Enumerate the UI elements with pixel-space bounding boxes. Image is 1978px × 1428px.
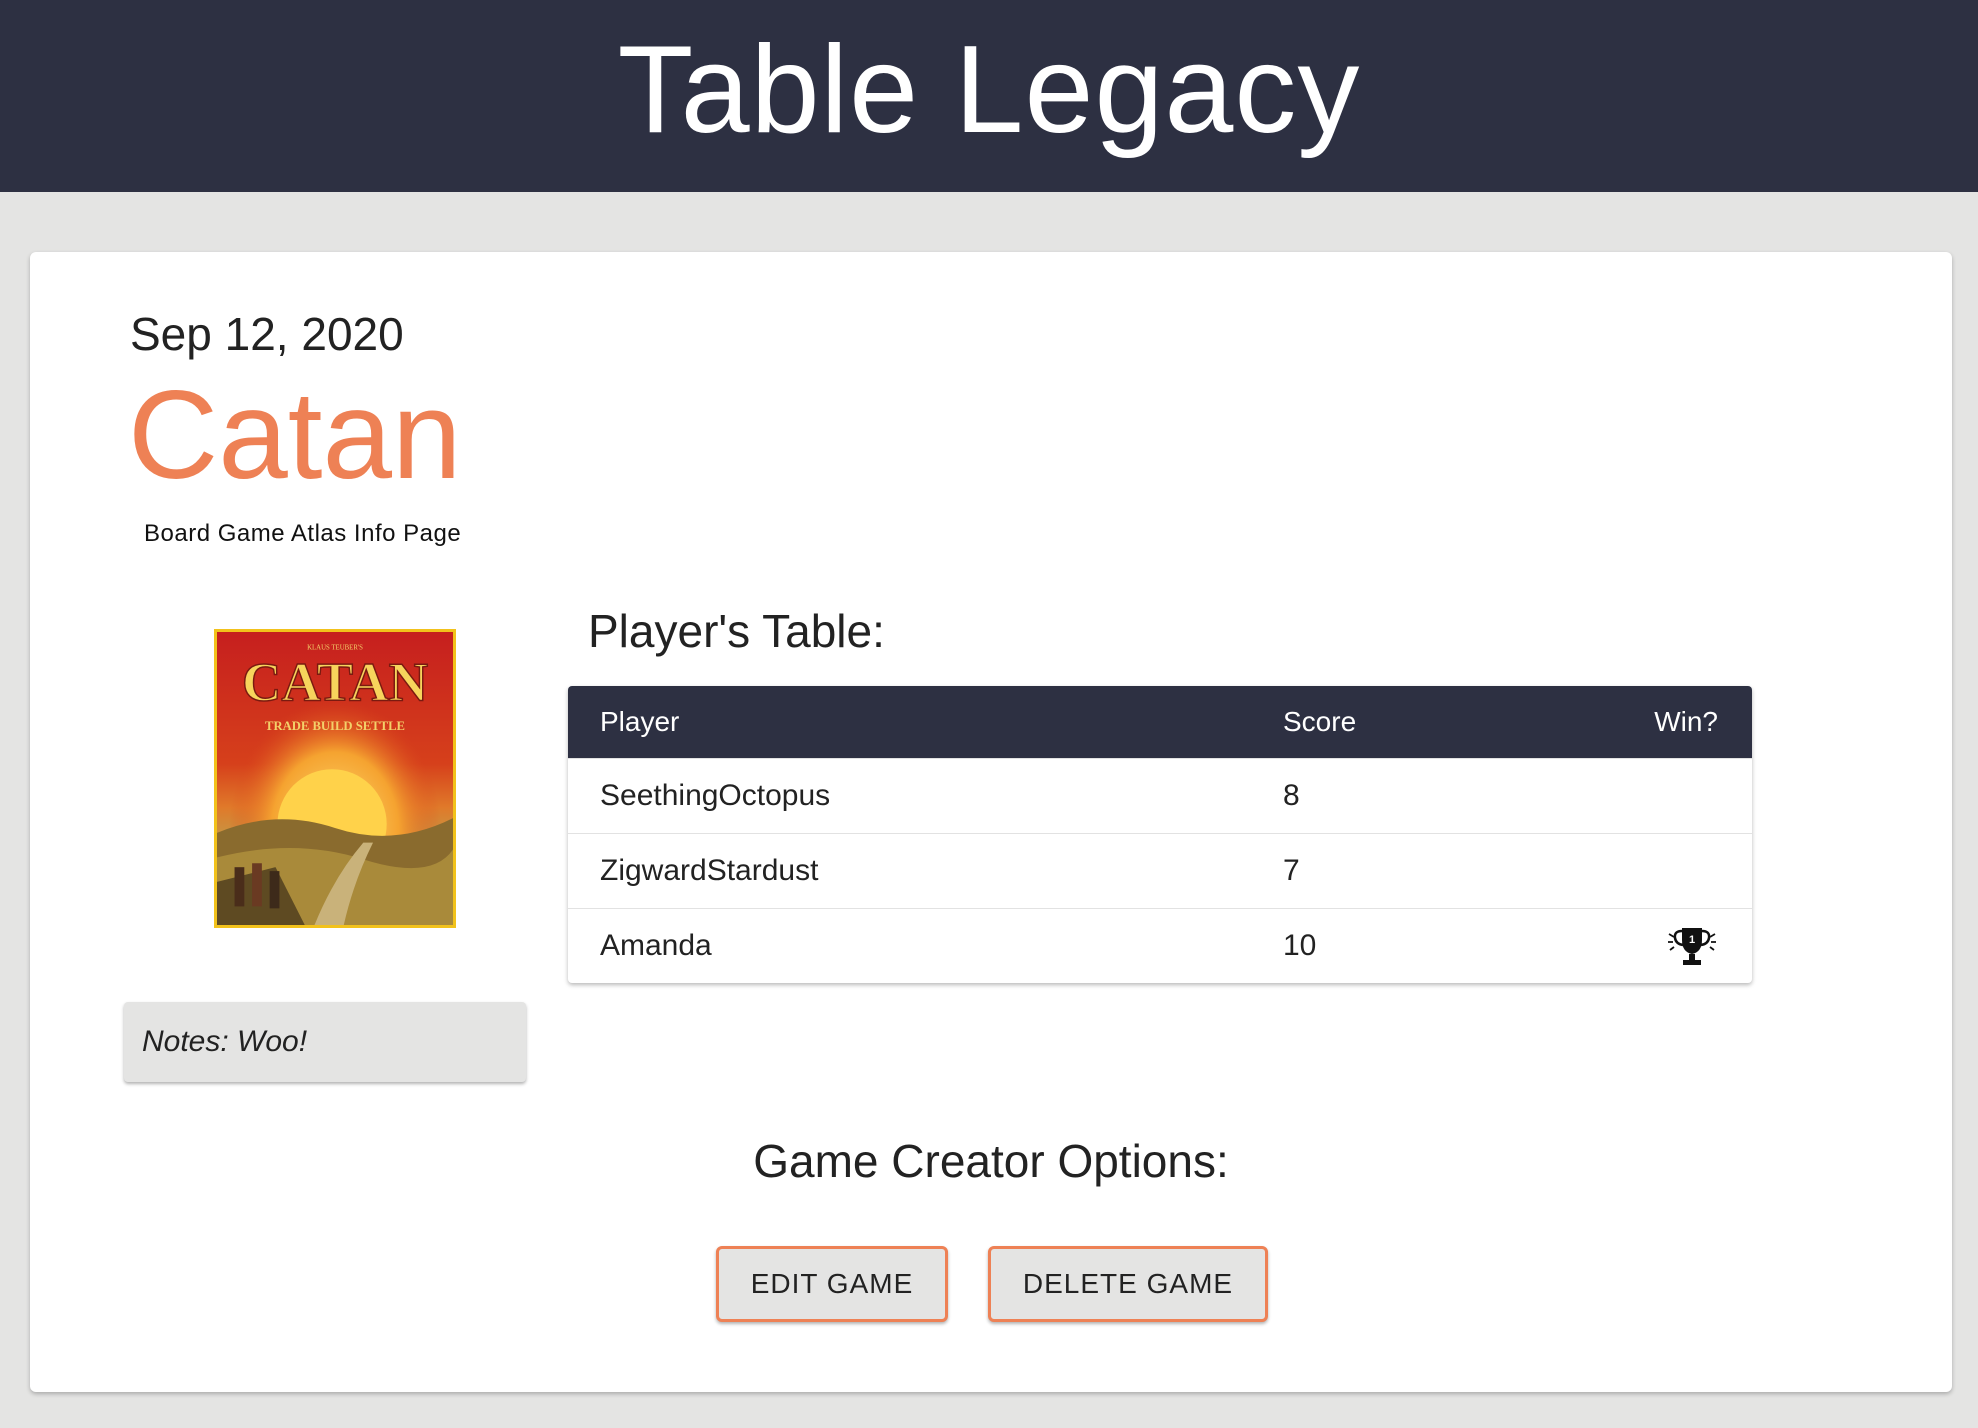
player-name: ZigwardStardust: [600, 854, 819, 887]
trophy-icon: 1: [1666, 924, 1718, 968]
game-name: Catan: [128, 366, 462, 505]
box-art-title: CATAN: [242, 651, 428, 712]
edit-game-button[interactable]: EDIT GAME: [716, 1246, 948, 1322]
delete-game-button[interactable]: DELETE GAME: [988, 1246, 1268, 1322]
notes-box: Notes: Woo!: [124, 1002, 526, 1082]
players-table: Player Score Win? SeethingOctopus 8 Zigw…: [568, 686, 1752, 983]
game-date: Sep 12, 2020: [130, 308, 404, 360]
player-name: SeethingOctopus: [600, 779, 831, 812]
player-win: 1: [1603, 924, 1752, 968]
trophy-rank: 1: [1689, 934, 1695, 946]
player-score: 8: [1283, 779, 1300, 812]
creator-options-title: Game Creator Options:: [753, 1135, 1229, 1187]
app-title: Table Legacy: [617, 21, 1361, 159]
table-row: Amanda 10 1: [568, 908, 1752, 983]
player-score: 7: [1283, 854, 1300, 887]
box-art-tagline: TRADE BUILD SETTLE: [265, 719, 405, 733]
table-header: Player Score Win?: [568, 686, 1752, 758]
column-header-win: Win?: [1654, 706, 1718, 737]
column-header-score: Score: [1283, 706, 1357, 737]
app-header: Table Legacy: [0, 0, 1978, 192]
game-box-art: KLAUS TEUBER'S CATAN TRADE BUILD SETTLE: [214, 629, 456, 928]
player-score: 10: [1283, 929, 1317, 962]
players-table-title: Player's Table:: [588, 605, 885, 657]
table-row: ZigwardStardust 7: [568, 833, 1752, 908]
player-name: Amanda: [600, 929, 712, 962]
column-header-player: Player: [600, 706, 680, 737]
game-card: Sep 12, 2020 Catan Board Game Atlas Info…: [30, 252, 1952, 1392]
board-game-atlas-link[interactable]: Board Game Atlas Info Page: [144, 520, 461, 548]
notes-text: Notes: Woo!: [142, 1025, 308, 1058]
table-row: SeethingOctopus 8: [568, 758, 1752, 833]
